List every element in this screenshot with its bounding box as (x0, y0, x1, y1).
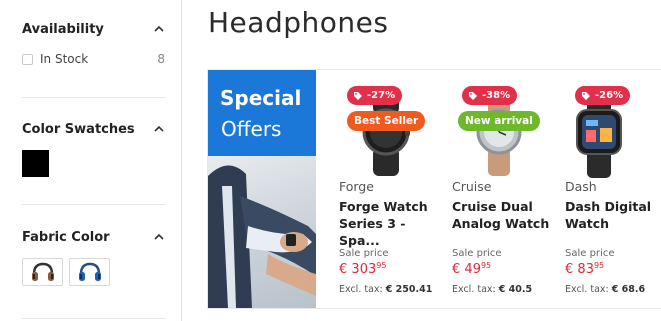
price-cents: 95 (480, 261, 492, 270)
filter-divider (22, 97, 165, 98)
product-card[interactable]: -26% Dash Dash Digital Watch Sale price … (565, 70, 661, 308)
chevron-up-icon[interactable] (153, 23, 165, 35)
discount-badge: -27% (347, 86, 403, 105)
fabric-swatch-brown-headphones[interactable] (22, 258, 63, 286)
page-title: Headphones (208, 6, 389, 39)
product-name[interactable]: Dash Digital Watch (565, 198, 661, 232)
excl-tax-label: Excl. tax: (339, 284, 383, 295)
product-name[interactable]: Cruise Dual Analog Watch (452, 198, 552, 232)
banner-photo (208, 156, 316, 308)
excl-tax-value: € 40.5 (498, 284, 533, 295)
filter-divider (22, 204, 165, 205)
price-main: 83 (577, 262, 594, 277)
price-cents: 95 (593, 261, 605, 270)
product-brand: Cruise (452, 179, 492, 194)
badge-text: New arrival (465, 115, 533, 127)
price-currency: € (565, 262, 574, 277)
excl-tax-price: Excl. tax: € 250.41 (339, 284, 432, 295)
color-swatches-filter-header[interactable]: Color Swatches (22, 120, 165, 138)
price-cents: 95 (376, 261, 387, 270)
color-swatch-black[interactable] (22, 150, 49, 177)
best-seller-badge: Best Seller (347, 111, 426, 131)
filter-divider (22, 318, 165, 319)
fabric-swatch-list (22, 258, 165, 286)
discount-text: -27% (367, 90, 396, 101)
tag-icon (354, 91, 362, 100)
special-offers-section: Special Offers -27% Best Seller Forge Fo… (207, 69, 661, 309)
product-brand: Dash (565, 179, 597, 194)
badge-text: Best Seller (354, 115, 419, 127)
price-main: 49 (464, 262, 481, 277)
product-brand: Forge (339, 179, 374, 194)
in-stock-label: In Stock (40, 52, 89, 66)
excl-tax-value: € 68.6 (611, 284, 646, 295)
new-arrival-badge: New arrival (458, 111, 540, 131)
excl-tax-value: € 250.41 (385, 284, 433, 295)
discount-badge: -26% (575, 86, 631, 105)
excl-tax-label: Excl. tax: (452, 284, 496, 295)
special-offers-banner[interactable]: Special Offers (208, 70, 316, 308)
availability-filter-title: Availability (22, 21, 104, 37)
product-card[interactable]: -27% Best Seller Forge Forge Watch Serie… (339, 70, 451, 308)
availability-filter-header[interactable]: Availability (22, 20, 165, 38)
color-swatches-filter: Color Swatches (22, 120, 165, 177)
in-stock-count: 8 (157, 52, 165, 66)
tag-icon (469, 91, 477, 100)
banner-title: Special (220, 86, 302, 110)
filter-sidebar: Availability In Stock 8 Color Swatches F… (0, 0, 182, 321)
sale-price-label: Sale price (339, 248, 389, 259)
fabric-swatch-blue-headphones[interactable] (69, 258, 110, 286)
availability-filter: Availability In Stock 8 (22, 20, 165, 66)
price-currency: € (452, 262, 461, 277)
product-price: € 30395 (339, 261, 387, 277)
sale-price-label: Sale price (452, 248, 502, 259)
excl-tax-price: Excl. tax: € 40.5 (452, 284, 532, 295)
banner-subtitle: Offers (221, 117, 282, 141)
in-stock-option[interactable]: In Stock 8 (22, 52, 165, 66)
product-price: € 8395 (565, 261, 605, 277)
color-swatches-filter-title: Color Swatches (22, 121, 135, 137)
headphones-blue-icon (78, 262, 101, 281)
product-name[interactable]: Forge Watch Series 3 - Spa... (339, 198, 439, 249)
tag-icon (582, 91, 590, 100)
price-currency: € (339, 262, 348, 277)
man-checking-watch-image (208, 165, 316, 308)
excl-tax-price: Excl. tax: € 68.6 (565, 284, 645, 295)
price-main: 303 (351, 262, 377, 277)
product-price: € 4995 (452, 261, 492, 277)
fabric-color-filter: Fabric Color (22, 228, 165, 286)
product-card[interactable]: -38% New arrival Cruise Cruise Dual Anal… (452, 70, 564, 308)
fabric-color-filter-title: Fabric Color (22, 229, 110, 245)
in-stock-checkbox[interactable] (22, 53, 33, 65)
sale-price-label: Sale price (565, 248, 615, 259)
discount-text: -26% (595, 90, 624, 101)
excl-tax-label: Excl. tax: (565, 284, 609, 295)
chevron-up-icon[interactable] (153, 123, 165, 135)
headphones-brown-icon (31, 262, 54, 281)
chevron-up-icon[interactable] (153, 231, 165, 243)
discount-badge: -38% (462, 86, 518, 105)
discount-text: -38% (482, 90, 511, 101)
fabric-color-filter-header[interactable]: Fabric Color (22, 228, 165, 246)
